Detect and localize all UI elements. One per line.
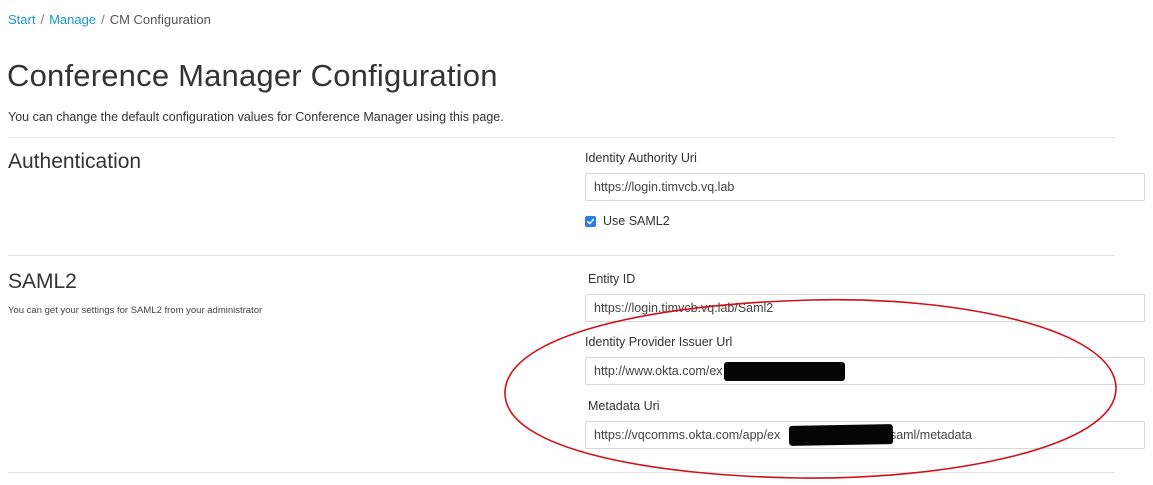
section-divider	[8, 472, 1115, 473]
breadcrumb-current: CM Configuration	[109, 12, 211, 27]
breadcrumb: Start / Manage / CM Configuration	[8, 12, 211, 27]
redaction-mark	[724, 362, 845, 381]
identity-authority-uri-input[interactable]	[585, 173, 1145, 201]
saml2-section-description: You can get your settings for SAML2 from…	[8, 305, 263, 316]
idp-issuer-url-label: Identity Provider Issuer Url	[585, 335, 733, 349]
idp-issuer-url-input[interactable]	[585, 357, 1145, 385]
authentication-section-title: Authentication	[8, 150, 142, 173]
redaction-mark	[788, 424, 894, 446]
section-divider	[8, 137, 1115, 138]
page-description: You can change the default configuration…	[8, 110, 504, 124]
breadcrumb-separator: /	[101, 12, 105, 27]
checkmark-icon	[587, 218, 595, 224]
use-saml2-checkbox[interactable]	[585, 215, 596, 227]
breadcrumb-manage-link[interactable]: Manage	[49, 12, 96, 27]
metadata-uri-label: Metadata Uri	[588, 399, 660, 413]
entity-id-label: Entity ID	[588, 272, 636, 286]
page: Start / Manage / CM Configuration Conference…	[0, 0, 1153, 485]
section-divider	[8, 255, 1115, 256]
page-title: Conference Manager Configuration	[7, 58, 498, 93]
use-saml2-label: Use SAML2	[603, 214, 670, 228]
use-saml2-checkbox-row[interactable]: Use SAML2	[585, 214, 670, 228]
breadcrumb-start-link[interactable]: Start	[8, 12, 35, 27]
saml2-section-title: SAML2	[8, 270, 77, 293]
identity-authority-uri-label: Identity Authority Uri	[585, 151, 697, 165]
breadcrumb-separator: /	[40, 12, 45, 27]
entity-id-input[interactable]	[585, 294, 1145, 322]
